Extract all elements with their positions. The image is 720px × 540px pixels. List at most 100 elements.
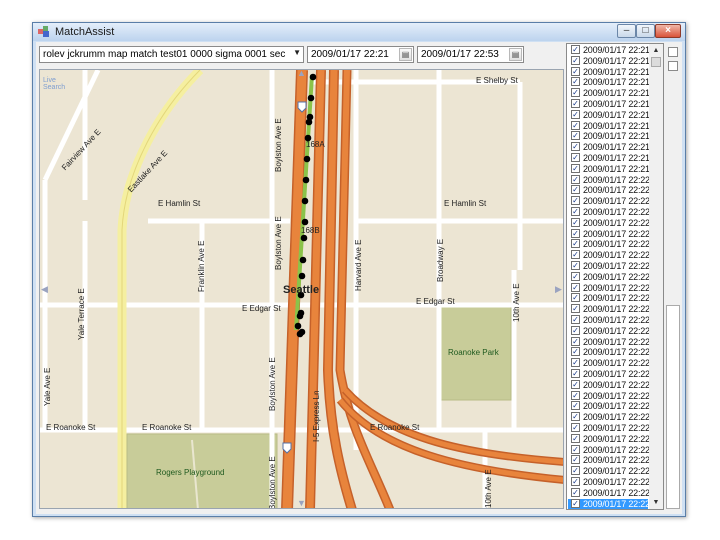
list-scrollbar[interactable]: ▲ ▼ (649, 44, 663, 509)
checkmark-icon[interactable]: ✓ (571, 390, 580, 400)
gps-point[interactable] (300, 234, 308, 242)
timestamp-row[interactable]: ✓ 2009/01/17 22:22 (568, 325, 650, 337)
checkmark-icon[interactable]: ✓ (571, 358, 580, 368)
checkmark-icon[interactable]: ✓ (571, 423, 580, 432)
scroll-up-icon[interactable]: ▲ (649, 44, 663, 57)
checkmark-icon[interactable]: ✓ (571, 239, 580, 249)
checkmark-icon[interactable]: ✓ (571, 498, 580, 508)
title-bar[interactable]: MatchAssist – □ × (33, 23, 685, 41)
timestamp-row[interactable]: ✓ 2009/01/17 22:22 (568, 347, 650, 358)
checkmark-icon[interactable]: ✓ (571, 444, 580, 454)
timestamp-row[interactable]: ✓ 2009/01/17 22:21 (568, 163, 650, 175)
gps-point[interactable] (305, 118, 313, 126)
checkmark-icon[interactable]: ✓ (571, 379, 580, 389)
gps-point[interactable] (309, 73, 317, 81)
timestamp-row[interactable]: ✓ 2009/01/17 22:21 (568, 55, 650, 67)
timestamp-row[interactable]: ✓ 2009/01/17 22:22 (568, 369, 650, 380)
checkmark-icon[interactable]: ✓ (571, 153, 580, 162)
timestamp-row[interactable]: ✓ 2009/01/17 22:21 (568, 88, 650, 99)
checkmark-icon[interactable]: ✓ (571, 477, 580, 486)
gps-point[interactable] (302, 176, 310, 184)
checkmark-icon[interactable]: ✓ (571, 315, 580, 324)
checkmark-icon[interactable]: ✓ (571, 163, 580, 173)
timestamp-row[interactable]: ✓ 2009/01/17 22:22 (568, 401, 650, 412)
checkmark-icon[interactable]: ✓ (571, 131, 580, 141)
pan-up-icon[interactable]: ▲ (297, 70, 306, 78)
timestamp-list[interactable]: ✓ 2009/01/17 22:21 ✓ 2009/01/17 22:21 ✓ 2009/… (566, 43, 664, 510)
checkmark-icon[interactable]: ✓ (571, 120, 580, 130)
checkmark-icon[interactable]: ✓ (571, 487, 580, 497)
timestamp-row[interactable]: ✓ 2009/01/17 22:21 (568, 66, 650, 78)
checkmark-icon[interactable]: ✓ (571, 325, 580, 335)
checkmark-icon[interactable]: ✓ (571, 55, 580, 65)
timestamp-row[interactable]: ✓ 2009/01/17 22:22 (568, 358, 650, 369)
checkmark-icon[interactable]: ✓ (571, 250, 580, 260)
timestamp-row[interactable]: ✓ 2009/01/17 22:22 (568, 250, 650, 261)
timestamp-row[interactable]: ✓ 2009/01/17 22:22 (568, 261, 650, 272)
timestamp-row[interactable]: ✓ 2009/01/17 22:21 (568, 153, 650, 164)
checkmark-icon[interactable]: ✓ (571, 304, 580, 314)
map-view[interactable]: Live Search E Shelby St E Hamlin St E Ha… (39, 69, 564, 509)
timestamp-row[interactable]: ✓ 2009/01/17 22:22 (568, 293, 650, 304)
checkmark-icon[interactable]: ✓ (571, 282, 580, 292)
scroll-thumb[interactable] (651, 57, 661, 67)
checkmark-icon[interactable]: ✓ (571, 369, 580, 378)
calendar-icon[interactable]: ▤ (399, 48, 412, 61)
timestamp-row[interactable]: ✓ 2009/01/17 22:21 (568, 109, 650, 121)
checkmark-icon[interactable]: ✓ (571, 261, 580, 270)
checkmark-icon[interactable]: ✓ (571, 433, 580, 443)
checkmark-icon[interactable]: ✓ (571, 99, 580, 108)
checkmark-icon[interactable]: ✓ (571, 336, 580, 346)
timestamp-row[interactable]: ✓ 2009/01/17 22:22 (568, 336, 650, 348)
close-button[interactable]: × (655, 24, 681, 38)
timestamp-row[interactable]: ✓ 2009/01/17 22:22 (568, 423, 650, 434)
timestamp-row[interactable]: ✓ 2009/01/17 22:22 (568, 498, 650, 509)
gps-point[interactable] (307, 94, 315, 102)
timestamp-row[interactable]: ✓ 2009/01/17 22:22 (568, 466, 650, 477)
gps-point[interactable] (294, 322, 302, 330)
checkmark-icon[interactable]: ✓ (571, 185, 580, 195)
maximize-button[interactable]: □ (636, 24, 655, 38)
checkmark-icon[interactable]: ✓ (571, 455, 580, 465)
checkmark-icon[interactable]: ✓ (571, 293, 580, 303)
timestamp-row[interactable]: ✓ 2009/01/17 22:21 (568, 77, 650, 88)
gps-point[interactable] (298, 272, 306, 280)
checkmark-icon[interactable]: ✓ (571, 347, 580, 357)
checkmark-icon[interactable]: ✓ (571, 271, 580, 281)
timestamp-row[interactable]: ✓ 2009/01/17 22:21 (568, 120, 650, 132)
checkmark-icon[interactable]: ✓ (571, 45, 580, 54)
checkmark-icon[interactable]: ✓ (571, 109, 580, 119)
trace-select[interactable]: rolev jckrumm map match test01 0000 sigm… (39, 46, 304, 63)
chevron-down-icon[interactable]: ▼ (293, 48, 301, 57)
gps-point[interactable] (296, 330, 304, 338)
timestamp-row[interactable]: ✓ 2009/01/17 22:22 (568, 390, 650, 402)
gps-point[interactable] (301, 218, 309, 226)
side-scrollbar[interactable] (666, 305, 680, 509)
timestamp-row[interactable]: ✓ 2009/01/17 22:22 (568, 477, 650, 488)
timestamp-row[interactable]: ✓ 2009/01/17 22:22 (568, 455, 650, 466)
checkmark-icon[interactable]: ✓ (571, 412, 580, 422)
timestamp-row[interactable]: ✓ 2009/01/17 22:22 (568, 217, 650, 229)
gps-point[interactable] (301, 197, 309, 205)
pan-right-icon[interactable]: ▶ (555, 284, 562, 295)
checkmark-icon[interactable]: ✓ (571, 401, 580, 411)
timestamp-row[interactable]: ✓ 2009/01/17 22:22 (568, 271, 650, 283)
checkmark-icon[interactable]: ✓ (571, 88, 580, 98)
end-time-picker[interactable]: 2009/01/17 22:53 ▤ (417, 46, 524, 63)
checkmark-icon[interactable]: ✓ (571, 207, 580, 216)
checkmark-icon[interactable]: ✓ (571, 142, 580, 152)
gps-point[interactable] (303, 155, 311, 163)
timestamp-row[interactable]: ✓ 2009/01/17 22:22 (568, 228, 650, 240)
pan-left-icon[interactable]: ◀ (41, 284, 48, 295)
timestamp-row[interactable]: ✓ 2009/01/17 22:22 (568, 444, 650, 456)
option-checkbox[interactable] (668, 61, 678, 71)
timestamp-row[interactable]: ✓ 2009/01/17 22:21 (568, 142, 650, 153)
timestamp-row[interactable]: ✓ 2009/01/17 22:22 (568, 487, 650, 499)
checkmark-icon[interactable]: ✓ (571, 217, 580, 227)
timestamp-row[interactable]: ✓ 2009/01/17 22:21 (568, 99, 650, 110)
scroll-down-icon[interactable]: ▼ (649, 496, 663, 509)
timestamp-row[interactable]: ✓ 2009/01/17 22:22 (568, 207, 650, 218)
timestamp-row[interactable]: ✓ 2009/01/17 22:22 (568, 185, 650, 196)
timestamp-row[interactable]: ✓ 2009/01/17 22:22 (568, 196, 650, 207)
checkmark-icon[interactable]: ✓ (571, 66, 580, 76)
